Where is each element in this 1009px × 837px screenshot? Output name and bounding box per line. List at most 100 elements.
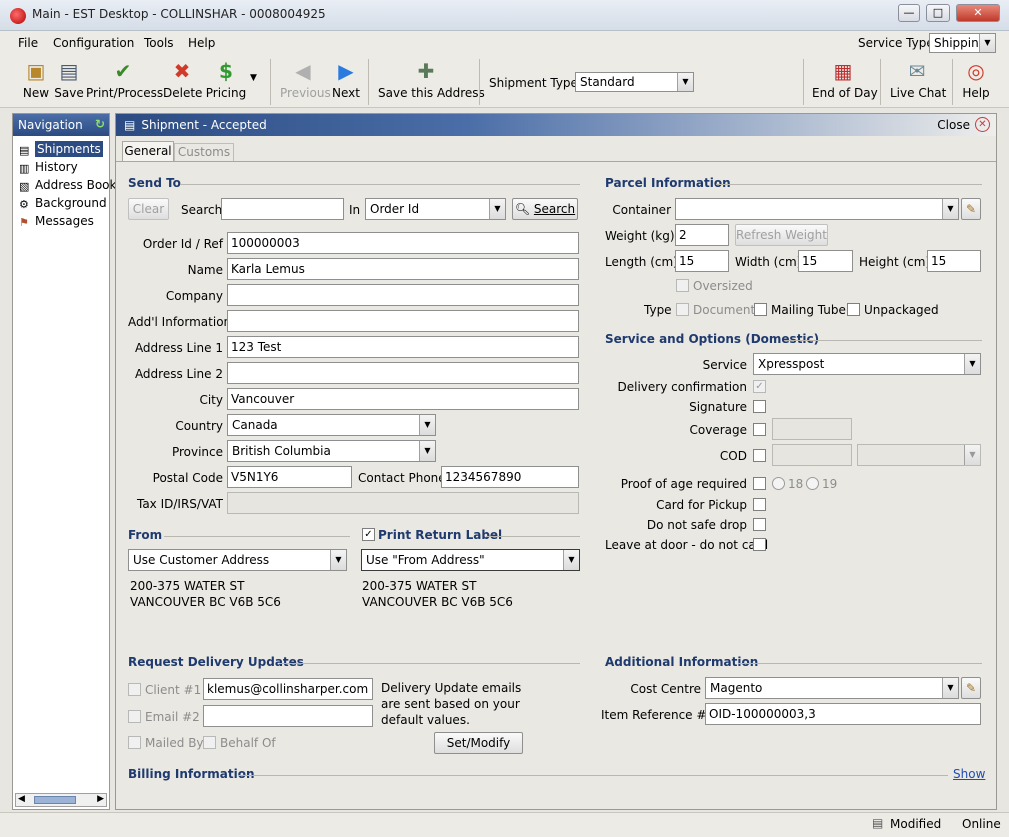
mailing-tube-checkbox[interactable] xyxy=(754,303,767,316)
age-19-radio[interactable] xyxy=(806,477,819,490)
menu-configuration[interactable]: Configuration xyxy=(53,36,134,50)
leave-at-door-checkbox[interactable] xyxy=(753,538,766,551)
nav-item-history[interactable]: ▥ History xyxy=(19,160,78,175)
menu-tools[interactable]: Tools xyxy=(144,36,174,50)
coverage-amount-input[interactable] xyxy=(772,418,852,440)
scroll-left-icon[interactable]: ◀ xyxy=(18,794,25,804)
document-checkbox[interactable] xyxy=(676,303,689,316)
save-button[interactable]: ▤ Save xyxy=(53,55,85,107)
menu-file[interactable]: File xyxy=(18,36,38,50)
print-process-button[interactable]: ✔ Print/Process xyxy=(86,55,163,107)
contact-phone-input[interactable]: 1234567890 xyxy=(441,466,579,488)
end-of-day-icon: ▦ xyxy=(833,59,853,83)
nav-item-shipments[interactable]: ▤ Shipments xyxy=(19,141,103,157)
clear-button[interactable]: Clear xyxy=(128,198,169,220)
behalf-of-checkbox[interactable] xyxy=(203,736,216,749)
height-input[interactable]: 15 xyxy=(927,250,981,272)
province-select[interactable]: British Columbia ▼ xyxy=(227,440,436,462)
billing-show-link[interactable]: Show xyxy=(953,767,985,781)
country-select[interactable]: Canada ▼ xyxy=(227,414,436,436)
menu-help[interactable]: Help xyxy=(188,36,215,50)
email-2-checkbox[interactable] xyxy=(128,710,141,723)
delete-button[interactable]: ✖ Delete xyxy=(163,55,202,107)
nav-item-label: History xyxy=(35,160,78,174)
refresh-icon[interactable]: ↻ xyxy=(95,117,105,131)
live-chat-button[interactable]: ✉ Live Chat xyxy=(890,55,946,107)
width-input[interactable]: 15 xyxy=(798,250,853,272)
close-panel-label[interactable]: Close xyxy=(937,118,970,132)
cod-amount-input[interactable] xyxy=(772,444,852,466)
client-1-checkbox[interactable] xyxy=(128,683,141,696)
minimize-button[interactable]: — xyxy=(898,4,920,22)
help-button[interactable]: ◎ Help xyxy=(960,55,992,107)
next-button[interactable]: ▶ Next xyxy=(332,55,360,107)
search-input[interactable] xyxy=(221,198,344,220)
edit-container-button[interactable]: ✎ xyxy=(961,198,981,220)
delivery-confirmation-checkbox[interactable]: ✓ xyxy=(753,380,766,393)
cost-centre-value: Magento xyxy=(710,681,763,695)
set-modify-button[interactable]: Set/Modify xyxy=(434,732,523,754)
search-in-select[interactable]: Order Id ▼ xyxy=(365,198,506,220)
cod-method-select[interactable]: ▼ xyxy=(857,444,981,466)
nav-item-messages[interactable]: ⚑ Messages xyxy=(19,214,94,229)
pricing-dropdown-icon[interactable]: ▼ xyxy=(250,73,257,83)
coverage-checkbox[interactable] xyxy=(753,423,766,436)
print-return-label-checkbox[interactable]: ✓ xyxy=(362,528,375,541)
scroll-right-icon[interactable]: ▶ xyxy=(97,794,104,804)
delivery-confirmation-label: Delivery confirmation xyxy=(617,380,747,394)
item-reference-input[interactable]: OID-100000003,3 xyxy=(705,703,981,725)
client-1-email-input[interactable]: klemus@collinsharper.com xyxy=(203,678,373,700)
proof-of-age-checkbox[interactable] xyxy=(753,477,766,490)
save-address-button[interactable]: ✚ Save this Address xyxy=(378,55,485,107)
container-select[interactable]: ▼ xyxy=(675,198,959,220)
previous-button[interactable]: ◀ Previous xyxy=(280,55,331,107)
section-rule xyxy=(164,536,350,537)
cost-centre-select[interactable]: Magento ▼ xyxy=(705,677,959,699)
city-input[interactable]: Vancouver xyxy=(227,388,579,410)
status-bar: ▤ Modified Online xyxy=(0,812,1009,837)
close-icon[interactable]: ✕ xyxy=(975,117,990,132)
age-18-radio[interactable] xyxy=(772,477,785,490)
close-window-button[interactable]: ✕ xyxy=(956,4,1000,22)
company-input[interactable] xyxy=(227,284,579,306)
from-address-select[interactable]: Use Customer Address ▼ xyxy=(128,549,347,571)
email-2-input[interactable] xyxy=(203,705,373,727)
scroll-thumb[interactable] xyxy=(34,796,76,804)
tab-general[interactable]: General xyxy=(122,141,174,161)
edit-cost-centre-button[interactable]: ✎ xyxy=(961,677,981,699)
nav-horizontal-scrollbar[interactable]: ◀ ▶ xyxy=(15,793,107,807)
length-input[interactable]: 15 xyxy=(675,250,729,272)
addl-info-input[interactable] xyxy=(227,310,579,332)
weight-input[interactable]: 2 xyxy=(675,224,729,246)
shipment-type-select[interactable]: Standard ▼ xyxy=(575,72,694,92)
end-of-day-button[interactable]: ▦ End of Day xyxy=(812,55,878,107)
search-button[interactable]: 🔍︎ Search xyxy=(512,198,578,220)
new-button[interactable]: ▣ New xyxy=(18,55,54,107)
order-ref-input[interactable]: 100000003 xyxy=(227,232,579,254)
do-not-safe-drop-checkbox[interactable] xyxy=(753,518,766,531)
nav-item-background[interactable]: ⚙ Background T xyxy=(19,196,109,211)
signature-checkbox[interactable] xyxy=(753,400,766,413)
postal-code-input[interactable]: V5N1Y6 xyxy=(227,466,352,488)
nav-item-address-book[interactable]: ▧ Address Book xyxy=(19,178,116,193)
address-line-2-input[interactable] xyxy=(227,362,579,384)
tax-id-label: Tax ID/IRS/VAT xyxy=(136,497,223,511)
name-input[interactable]: Karla Lemus xyxy=(227,258,579,280)
tab-customs[interactable]: Customs xyxy=(174,143,234,161)
oversized-checkbox[interactable] xyxy=(676,279,689,292)
unpackaged-checkbox[interactable] xyxy=(847,303,860,316)
mailed-by-checkbox[interactable] xyxy=(128,736,141,749)
chevron-down-icon: ▼ xyxy=(964,445,980,465)
card-for-pickup-checkbox[interactable] xyxy=(753,498,766,511)
tax-id-input[interactable] xyxy=(227,492,579,514)
card-for-pickup-label: Card for Pickup xyxy=(656,498,747,512)
service-select[interactable]: Xpresspost ▼ xyxy=(753,353,981,375)
address-line-1-input[interactable]: 123 Test xyxy=(227,336,579,358)
return-address-select[interactable]: Use "From Address" ▼ xyxy=(361,549,580,571)
cod-checkbox[interactable] xyxy=(753,449,766,462)
refresh-weight-button[interactable]: Refresh Weight xyxy=(735,224,828,246)
pricing-button[interactable]: $ Pricing xyxy=(205,55,247,107)
service-type-select[interactable]: Shipping ▼ xyxy=(929,33,996,53)
maximize-button[interactable]: □ xyxy=(926,4,950,22)
age-18-label: 18 xyxy=(788,477,804,491)
